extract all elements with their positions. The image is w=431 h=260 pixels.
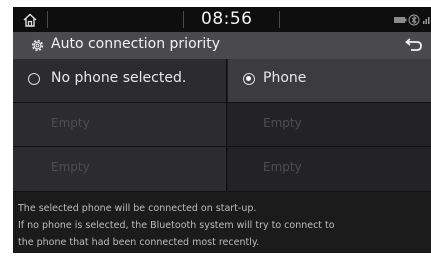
empty-slot-label: Empty	[263, 116, 302, 130]
empty-slot: Empty	[228, 103, 431, 147]
status-icons	[394, 14, 430, 26]
back-icon	[405, 38, 422, 51]
info-line: The selected phone will be connected on …	[18, 203, 257, 214]
home-icon[interactable]	[22, 12, 38, 28]
page-title: Auto connection priority	[51, 36, 221, 52]
option-phone[interactable]: Phone	[228, 59, 431, 103]
phone-priority-list: No phone selected. Phone Empty Empty Emp…	[13, 59, 431, 192]
status-divider	[47, 11, 48, 28]
gear-icon	[31, 39, 44, 52]
empty-slot-label: Empty	[263, 160, 302, 174]
empty-slot: Empty	[13, 103, 227, 147]
option-label: Phone	[263, 70, 307, 86]
option-label: No phone selected.	[51, 70, 187, 86]
radio-selected-icon[interactable]	[243, 73, 255, 85]
empty-slot: Empty	[228, 147, 431, 192]
empty-slot-label: Empty	[51, 160, 90, 174]
option-no-phone[interactable]: No phone selected.	[13, 59, 227, 103]
signal-icon	[423, 17, 430, 24]
title-bar: Auto connection priority	[13, 32, 431, 59]
clock: 08:56	[201, 9, 253, 29]
battery-icon	[394, 17, 407, 23]
info-text: The selected phone will be connected on …	[18, 200, 431, 251]
screen: 08:56 Auto connection priority No phone …	[13, 7, 431, 253]
bluetooth-icon	[408, 14, 420, 26]
empty-slot-label: Empty	[51, 116, 90, 130]
info-line: If no phone is selected, the Bluetooth s…	[18, 220, 335, 231]
radio-unselected-icon[interactable]	[28, 73, 40, 85]
status-divider	[279, 11, 280, 28]
status-divider	[183, 11, 184, 28]
status-bar: 08:56	[13, 7, 431, 32]
empty-slot: Empty	[13, 147, 227, 192]
back-button[interactable]	[397, 36, 427, 56]
info-line: the phone that had been connected most r…	[18, 237, 260, 248]
